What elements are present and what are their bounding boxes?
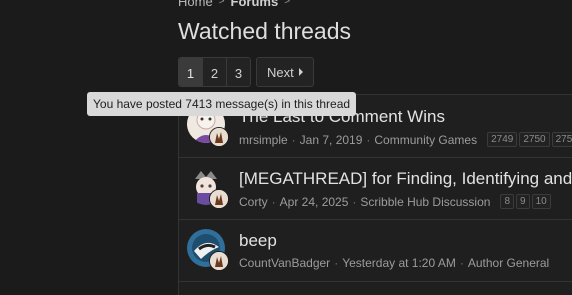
thread-page-links: 2749 2750 2751 — [487, 132, 572, 147]
last-poster-avatar[interactable] — [209, 127, 229, 147]
page-button-2[interactable]: 2 — [202, 58, 226, 86]
page-number-group: 1 2 3 — [178, 57, 251, 87]
thread-meta: mrsimple · Jan 7, 2019 · Community Games… — [239, 132, 572, 147]
thread-date[interactable]: Jan 7, 2019 — [300, 133, 363, 147]
breadcrumb-home[interactable]: Home — [178, 0, 213, 9]
thread-page-link[interactable]: 2750 — [519, 132, 550, 147]
meta-separator: · — [459, 256, 464, 270]
next-page-button[interactable]: Next — [256, 57, 314, 87]
thread-list: The Last to Comment Wins mrsimple · Jan … — [178, 94, 572, 295]
breadcrumb: Home > Forums > — [178, 0, 290, 9]
meta-separator: · — [334, 256, 339, 270]
last-poster-avatar[interactable] — [209, 189, 229, 209]
thread-page-link[interactable]: 2751 — [551, 132, 572, 147]
thread-forum[interactable]: Scribble Hub Discussion — [360, 195, 490, 209]
next-label: Next — [267, 64, 294, 80]
thread-date[interactable]: Apr 24, 2025 — [280, 195, 349, 209]
thread-forum[interactable]: Community Games — [374, 133, 477, 147]
meta-separator: · — [291, 132, 296, 147]
caret-right-icon — [298, 68, 303, 76]
meta-separator: · — [352, 194, 357, 209]
page-button-3[interactable]: 3 — [226, 58, 250, 86]
thread-meta: CountVanBadger · Yesterday at 1:20 AM · … — [239, 256, 549, 270]
meta-separator: · — [366, 132, 371, 147]
thread-title-link[interactable]: beep — [239, 231, 277, 251]
pagination: 1 2 3 Next — [178, 57, 314, 87]
thread-date[interactable]: Yesterday at 1:20 AM — [342, 256, 456, 270]
thread-page-link[interactable]: 8 — [500, 194, 515, 209]
chevron-right-icon: > — [218, 0, 225, 7]
thread-title-link[interactable]: [MEGATHREAD] for Finding, Identifying an… — [239, 169, 572, 189]
thread-page-link[interactable]: 2749 — [487, 132, 518, 147]
last-poster-avatar[interactable] — [209, 251, 229, 271]
meta-separator: · — [271, 194, 276, 209]
thread-page-link[interactable]: 9 — [516, 194, 530, 209]
thread-author[interactable]: CountVanBadger — [239, 256, 330, 270]
page-button-1[interactable]: 1 — [179, 58, 202, 86]
page-title: Watched threads — [178, 18, 352, 44]
thread-page-link[interactable]: 10 — [531, 194, 551, 209]
chevron-right-icon: > — [284, 0, 291, 7]
thread-row[interactable]: beep CountVanBadger · Yesterday at 1:20 … — [179, 219, 572, 282]
breadcrumb-forums[interactable]: Forums — [231, 0, 279, 9]
thread-author[interactable]: Corty — [239, 195, 268, 209]
thread-author[interactable]: mrsimple — [239, 133, 288, 147]
thread-forum[interactable]: Author General — [468, 256, 549, 270]
post-count-tooltip: You have posted 7413 message(s) in this … — [87, 92, 357, 116]
thread-meta: Corty · Apr 24, 2025 · Scribble Hub Disc… — [239, 194, 551, 209]
thread-page-links: 8 9 10 — [500, 194, 551, 209]
thread-row[interactable]: [MEGATHREAD] for Finding, Identifying an… — [179, 157, 572, 220]
